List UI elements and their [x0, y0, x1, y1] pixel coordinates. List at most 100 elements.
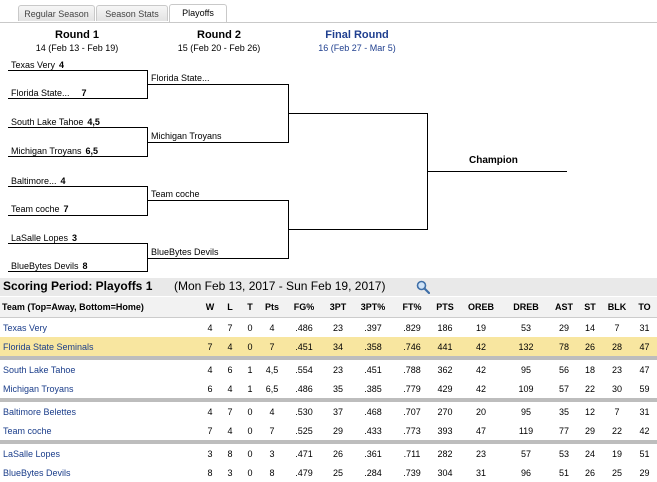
round1-team[interactable]: Florida State...7 [11, 88, 87, 98]
stat-cell: .486 [284, 318, 324, 338]
team-name-link[interactable]: BlueBytes Devils [0, 463, 200, 482]
round2-team[interactable]: BlueBytes Devils [151, 247, 219, 257]
stat-cell: .397 [352, 318, 394, 338]
round2-team[interactable]: Florida State... [151, 73, 210, 83]
stat-cell: 78 [550, 337, 578, 356]
col-header[interactable]: ST [578, 297, 602, 318]
round1-team[interactable]: Baltimore...4 [11, 176, 66, 186]
team-name-link[interactable]: Texas Very [0, 318, 200, 338]
stat-cell: 0 [240, 444, 260, 463]
stat-cell: .707 [394, 402, 430, 421]
col-header[interactable]: 3PT [324, 297, 352, 318]
stat-cell: .746 [394, 337, 430, 356]
stat-cell: 186 [430, 318, 460, 338]
col-header[interactable]: L [220, 297, 240, 318]
col-header[interactable]: BLK [602, 297, 632, 318]
stat-cell: .486 [284, 379, 324, 398]
champion-label: Champion [469, 155, 518, 166]
col-header[interactable]: PTS [430, 297, 460, 318]
stat-cell: 7 [260, 337, 284, 356]
team-name-link[interactable]: Michigan Troyans [0, 379, 200, 398]
round1-team[interactable]: Texas Very4 [11, 60, 64, 70]
stat-cell: .530 [284, 402, 324, 421]
stat-cell: 7 [602, 402, 632, 421]
round2-team[interactable]: Team coche [151, 189, 200, 199]
scoring-period-range: (Mon Feb 13, 2017 - Sun Feb 19, 2017) [174, 279, 385, 293]
team-name-link[interactable]: Florida State Seminals [0, 337, 200, 356]
col-header[interactable]: TO [632, 297, 657, 318]
col-header[interactable]: AST [550, 297, 578, 318]
team-name-link[interactable]: Baltimore Belettes [0, 402, 200, 421]
scoring-period-header: Scoring Period: Playoffs 1 (Mon Feb 13, … [0, 278, 657, 296]
stat-cell: 59 [632, 379, 657, 398]
team-name-link[interactable]: Team coche [0, 421, 200, 440]
stat-cell: 6,5 [260, 379, 284, 398]
col-header[interactable]: FG% [284, 297, 324, 318]
round1-team[interactable]: South Lake Tahoe4,5 [11, 117, 100, 127]
team-name-link[interactable]: LaSalle Lopes [0, 444, 200, 463]
table-row: LaSalle Lopes3803.47126.361.711282235753… [0, 444, 657, 463]
table-row: Florida State Seminals7407.45134.358.746… [0, 337, 657, 356]
stat-cell: 42 [460, 379, 502, 398]
table-row: BlueBytes Devils8308.47925.284.739304319… [0, 463, 657, 482]
stat-cell: 0 [240, 318, 260, 338]
stat-cell: 53 [502, 318, 550, 338]
stat-cell: 42 [460, 337, 502, 356]
stat-cell: 0 [240, 402, 260, 421]
round1-team[interactable]: Michigan Troyans6,5 [11, 146, 98, 156]
stat-cell: 22 [602, 421, 632, 440]
col-header[interactable]: Pts [260, 297, 284, 318]
stat-cell: 35 [550, 402, 578, 421]
round1-team[interactable]: LaSalle Lopes3 [11, 233, 77, 243]
stat-cell: .471 [284, 444, 324, 463]
stat-cell: .554 [284, 360, 324, 379]
stat-cell: .451 [284, 337, 324, 356]
stat-cell: 0 [240, 337, 260, 356]
stat-cell: 30 [602, 379, 632, 398]
stat-cell: 42 [632, 421, 657, 440]
col-header[interactable]: DREB [502, 297, 550, 318]
stat-cell: .829 [394, 318, 430, 338]
stat-cell: 393 [430, 421, 460, 440]
stat-cell: 109 [502, 379, 550, 398]
stat-cell: 51 [550, 463, 578, 482]
stat-cell: 12 [578, 402, 602, 421]
team-score: 4 [61, 176, 66, 186]
stat-cell: 429 [430, 379, 460, 398]
col-header[interactable]: T [240, 297, 260, 318]
stat-cell: 28 [602, 337, 632, 356]
stat-cell: 23 [602, 360, 632, 379]
col-header[interactable]: 3PT% [352, 297, 394, 318]
stat-cell: 57 [502, 444, 550, 463]
col-header[interactable]: Team (Top=Away, Bottom=Home) [0, 297, 200, 318]
stat-cell: 23 [460, 444, 502, 463]
stat-cell: 20 [460, 402, 502, 421]
stat-cell: 96 [502, 463, 550, 482]
bracket-lines [0, 0, 657, 280]
stat-cell: 24 [578, 444, 602, 463]
stat-cell: 1 [240, 379, 260, 398]
round2-team[interactable]: Michigan Troyans [151, 131, 222, 141]
round1-team[interactable]: Team coche7 [11, 204, 69, 214]
col-header[interactable]: OREB [460, 297, 502, 318]
stat-cell: 7 [260, 421, 284, 440]
stat-cell: 3 [260, 444, 284, 463]
col-header[interactable]: FT% [394, 297, 430, 318]
stat-cell: 4 [200, 360, 220, 379]
stat-cell: 53 [550, 444, 578, 463]
stat-cell: 6 [220, 360, 240, 379]
stat-cell: .711 [394, 444, 430, 463]
stat-cell: 29 [632, 463, 657, 482]
stat-cell: 3 [220, 463, 240, 482]
team-score: 6,5 [86, 146, 99, 156]
team-name-link[interactable]: South Lake Tahoe [0, 360, 200, 379]
stat-cell: 26 [578, 463, 602, 482]
col-header[interactable]: W [200, 297, 220, 318]
stat-cell: 29 [578, 421, 602, 440]
magnifier-icon[interactable] [416, 280, 430, 294]
stat-cell: 7 [220, 318, 240, 338]
table-row: South Lake Tahoe4614,5.55423.451.7883624… [0, 360, 657, 379]
stat-cell: 132 [502, 337, 550, 356]
round1-team[interactable]: BlueBytes Devils8 [11, 261, 88, 271]
stat-cell: 26 [578, 337, 602, 356]
